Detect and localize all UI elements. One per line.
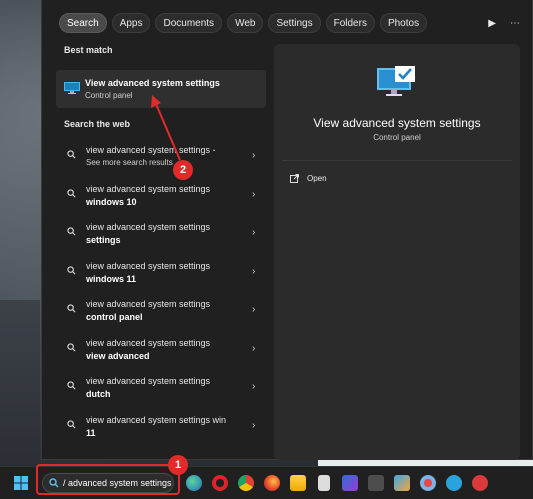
best-match-subtitle: Control panel xyxy=(85,91,133,100)
open-action[interactable]: Open xyxy=(290,174,327,183)
open-external-icon xyxy=(290,174,299,183)
web-result-text: view advanced system settings xyxy=(86,222,211,232)
web-result-item[interactable]: view advanced system settings dutch › xyxy=(56,371,266,410)
chevron-right-icon: › xyxy=(252,304,256,315)
web-result-item[interactable]: view advanced system settings control pa… xyxy=(56,294,266,333)
chevron-right-icon: › xyxy=(252,381,256,392)
detail-divider xyxy=(282,160,512,161)
filter-apps[interactable]: Apps xyxy=(111,13,151,33)
telegram-icon[interactable] xyxy=(446,475,462,491)
best-match-title: View advanced system settings xyxy=(85,78,220,88)
search-panel: Search Apps Documents Web Settings Folde… xyxy=(41,0,533,460)
chevron-right-icon: › xyxy=(252,419,256,431)
web-result-text: view advanced system settings xyxy=(86,299,211,309)
search-highlight xyxy=(36,464,180,495)
filter-photos[interactable]: Photos xyxy=(379,13,428,33)
panel-top-icons: ▶ ⋯ xyxy=(488,13,520,33)
web-result-suffix: settings xyxy=(86,235,121,245)
opera-icon[interactable] xyxy=(212,475,228,491)
filter-folders[interactable]: Folders xyxy=(325,13,375,33)
best-match-header: Best match xyxy=(57,45,273,55)
firefox-icon[interactable] xyxy=(264,475,280,491)
edge-icon[interactable] xyxy=(186,475,202,491)
chevron-right-icon: › xyxy=(252,150,256,161)
chevron-right-icon: › xyxy=(252,227,256,238)
filter-settings[interactable]: Settings xyxy=(268,13,321,33)
web-result-text: view advanced system settings xyxy=(86,260,211,271)
file-explorer-icon[interactable] xyxy=(290,475,306,491)
step-badge-2: 2 xyxy=(173,160,193,180)
desktop-landscape xyxy=(0,300,40,466)
filter-bar: Search Apps Documents Web Settings Folde… xyxy=(59,13,428,33)
detail-title: View advanced system settings xyxy=(313,116,481,130)
search-icon xyxy=(67,265,76,274)
web-result-suffix: 11 xyxy=(86,427,96,438)
search-icon xyxy=(67,419,76,428)
web-result-text: view advanced system settings win xyxy=(86,414,227,425)
web-result-text: view advanced system settings xyxy=(86,376,211,386)
web-result-suffix: windows 11 xyxy=(86,273,137,284)
store-icon[interactable] xyxy=(342,475,358,491)
windows-start-icon[interactable] xyxy=(14,476,28,490)
web-result-suffix: view advanced xyxy=(86,350,150,361)
web-result-item[interactable]: view advanced system settings - See more… xyxy=(56,140,266,179)
filter-documents[interactable]: Documents xyxy=(155,13,223,33)
search-web-header: Search the web xyxy=(64,119,130,129)
web-result-suffix: windows 10 xyxy=(86,196,137,207)
web-result-text: view advanced system settings xyxy=(86,337,211,348)
chevron-right-icon: › xyxy=(252,188,256,200)
play-icon[interactable]: ▶ xyxy=(488,18,496,29)
chevron-right-icon: › xyxy=(252,342,256,354)
system-settings-icon xyxy=(377,66,415,96)
search-icon xyxy=(67,150,76,159)
web-result-item[interactable]: view advanced system settings windows 10… xyxy=(56,179,266,218)
search-web-label: Search the web xyxy=(64,119,131,129)
search-icon xyxy=(67,227,76,236)
open-label: Open xyxy=(307,174,327,183)
web-result-item[interactable]: view advanced system settings settings › xyxy=(56,217,266,256)
web-results-list: view advanced system settings - See more… xyxy=(56,140,266,448)
web-result-suffix: dutch xyxy=(86,389,111,399)
best-match-label: Best match xyxy=(64,45,113,55)
more-icon[interactable]: ⋯ xyxy=(510,18,520,29)
web-result-item[interactable]: view advanced system settings view advan… xyxy=(56,333,266,372)
network-icon[interactable] xyxy=(472,475,488,491)
web-result-item[interactable]: view advanced system settings windows 11… xyxy=(56,256,266,295)
web-result-suffix: control panel xyxy=(86,312,143,322)
chevron-right-icon: › xyxy=(252,265,256,277)
step-badge-1: 1 xyxy=(168,455,188,475)
filter-web[interactable]: Web xyxy=(227,13,264,33)
taskbar-apps xyxy=(186,475,488,491)
search-icon xyxy=(67,188,76,197)
web-result-subtext: See more search results xyxy=(86,158,173,167)
maps-icon[interactable] xyxy=(420,475,436,491)
detail-subtitle: Control panel xyxy=(373,133,421,142)
search-icon xyxy=(67,381,76,390)
calculator-icon[interactable] xyxy=(368,475,384,491)
web-result-text: view advanced system settings xyxy=(86,183,211,194)
search-icon xyxy=(67,342,76,351)
filter-search[interactable]: Search xyxy=(59,13,107,33)
web-result-text: view advanced system settings - xyxy=(86,145,216,155)
chrome-icon[interactable] xyxy=(238,475,254,491)
photos-icon[interactable] xyxy=(394,475,410,491)
detail-pane: View advanced system settings Control pa… xyxy=(274,44,520,460)
web-result-item[interactable]: view advanced system settings win 11 › xyxy=(56,410,266,449)
app-icon[interactable] xyxy=(318,475,330,491)
search-icon xyxy=(67,304,76,313)
system-settings-icon xyxy=(64,82,80,94)
best-match-item[interactable]: View advanced system settings Control pa… xyxy=(56,70,266,108)
